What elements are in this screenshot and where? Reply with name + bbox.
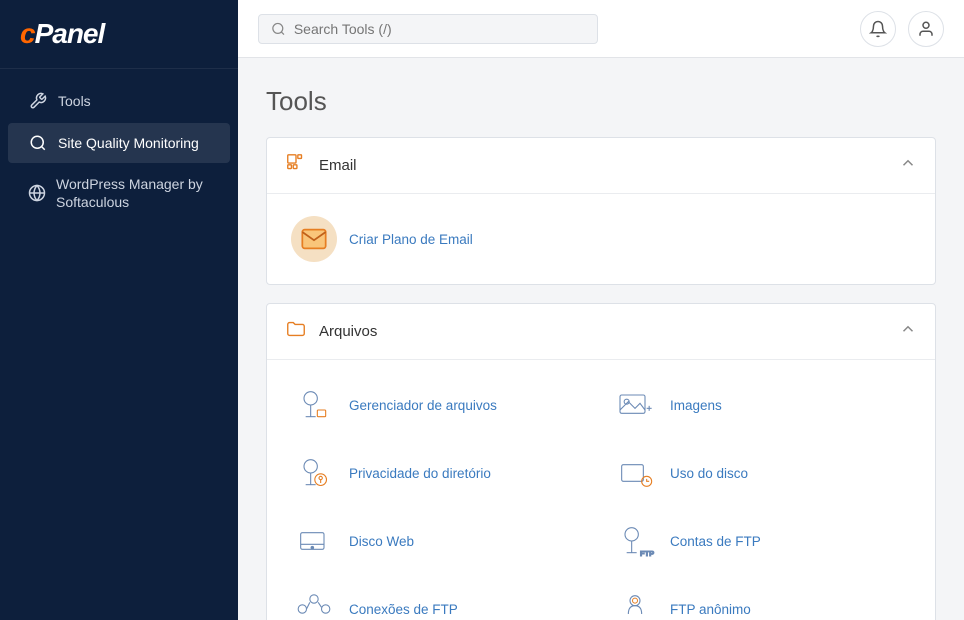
criar-plano-email-item[interactable]: Criar Plano de Email [285,212,596,266]
email-section-icon [285,152,307,179]
dir-privacy-icon [291,450,337,496]
search-input[interactable] [294,21,585,37]
main-content: Tools Email [238,0,964,620]
wordpress-icon [28,183,46,203]
conexoes-ftp-item[interactable]: FTP Conexões de FTP [285,582,596,620]
search-quality-icon [28,133,48,153]
ftp-accounts-icon: FTP [612,518,658,564]
logo-area: cPanel [0,0,238,69]
arquivos-chevron-icon [899,320,917,343]
search-icon [271,21,286,37]
email-tool-grid: Criar Plano de Email [285,212,917,266]
gerenciador-arquivos-item[interactable]: Gerenciador de arquivos [285,378,596,432]
images-icon [612,382,658,428]
privacidade-diretorio-item[interactable]: Privacidade do diretório [285,446,596,500]
sidebar-wordpress-label: WordPress Manager by Softaculous [56,175,210,211]
sidebar-item-wordpress[interactable]: WordPress Manager by Softaculous [8,165,230,221]
ftp-anonimo-label: FTP anônimo [670,602,751,617]
arquivos-section-icon [285,318,307,345]
disk-usage-icon [612,450,658,496]
email-section-header[interactable]: Email [267,138,935,194]
topbar [238,0,964,58]
disco-web-item[interactable]: Disco Web [285,514,596,568]
sidebar-site-quality-label: Site Quality Monitoring [58,134,199,152]
imagens-item[interactable]: Imagens [606,378,917,432]
arquivos-tool-grid: Gerenciador de arquivos [285,378,917,620]
privacidade-diretorio-label: Privacidade do diretório [349,466,491,481]
contas-ftp-item[interactable]: FTP Contas de FTP [606,514,917,568]
criar-plano-email-label: Criar Plano de Email [349,232,473,247]
arquivos-section-title: Arquivos [319,323,377,340]
svg-text:FTP: FTP [640,549,654,558]
sidebar-tools-label: Tools [58,92,91,110]
email-section: Email [266,137,936,285]
user-button[interactable] [908,11,944,47]
web-disk-icon [291,518,337,564]
cpanel-logo: cPanel [20,18,218,50]
wrench-icon [28,91,48,111]
ftp-anon-icon: FTP [612,586,658,620]
sidebar-nav: Tools Site Quality Monitoring WordPress … [0,69,238,233]
search-bar[interactable] [258,14,598,44]
email-section-title: Email [319,157,357,174]
ftp-anonimo-item[interactable]: FTP FTP anônimo [606,582,917,620]
conexoes-ftp-label: Conexões de FTP [349,602,458,617]
disco-web-label: Disco Web [349,534,414,549]
email-plan-icon [291,216,337,262]
uso-disco-item[interactable]: Uso do disco [606,446,917,500]
content-area: Tools Email [238,58,964,620]
sidebar-item-tools[interactable]: Tools [8,81,230,121]
arquivos-section: Arquivos [266,303,936,620]
sidebar: cPanel Tools Site Quality Monitoring Wor… [0,0,238,620]
bell-icon [869,20,887,38]
page-title: Tools [266,86,936,117]
imagens-label: Imagens [670,398,722,413]
uso-disco-label: Uso do disco [670,466,748,481]
notifications-button[interactable] [860,11,896,47]
arquivos-section-header[interactable]: Arquivos [267,304,935,360]
email-section-body: Criar Plano de Email [267,194,935,284]
user-icon [917,20,935,38]
sidebar-item-site-quality[interactable]: Site Quality Monitoring [8,123,230,163]
arquivos-section-body: Gerenciador de arquivos [267,360,935,620]
file-manager-icon [291,382,337,428]
gerenciador-arquivos-label: Gerenciador de arquivos [349,398,497,413]
ftp-connections-icon: FTP [291,586,337,620]
contas-ftp-label: Contas de FTP [670,534,761,549]
email-chevron-icon [899,154,917,177]
